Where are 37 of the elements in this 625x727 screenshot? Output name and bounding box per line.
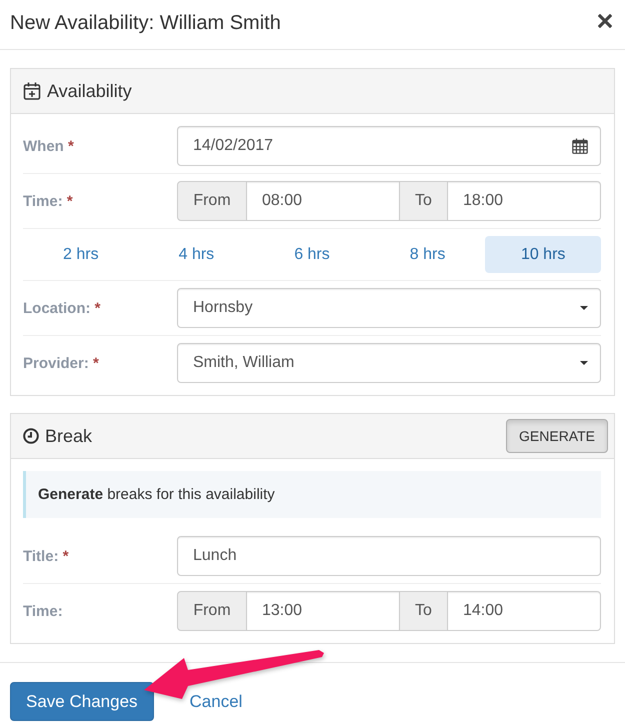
close-button[interactable] — [598, 14, 612, 28]
field-label: Location: * — [23, 300, 102, 316]
input-addon: To — [400, 591, 448, 631]
time-field[interactable]: 14:00 — [448, 591, 601, 631]
save-button[interactable]: Save Changes — [10, 682, 154, 721]
input-addon: From — [177, 591, 247, 631]
panel-title: Break — [45, 426, 92, 446]
field-label: Time: * — [23, 192, 74, 210]
duration-option[interactable]: 8 hrs — [370, 236, 486, 273]
input-addon: From — [177, 181, 247, 221]
caret-icon — [580, 361, 588, 365]
info-note: Generate breaks for this availability — [23, 471, 601, 518]
time-field[interactable]: 18:00 — [448, 181, 601, 221]
time-field[interactable]: 13:00 — [247, 591, 400, 631]
time-field[interactable]: 08:00 — [247, 181, 400, 221]
duration-option[interactable]: 10 hrs — [485, 236, 601, 273]
caret-icon — [580, 306, 588, 310]
cancel-link[interactable]: Cancel — [190, 692, 242, 712]
field-label: When * — [23, 138, 75, 154]
duration-option[interactable]: 4 hrs — [138, 236, 254, 273]
clock-icon — [23, 428, 39, 444]
dialog-title: New Availability: William Smith — [10, 12, 281, 35]
field-label: Time: — [23, 602, 64, 620]
field-label: Provider: * — [23, 354, 100, 372]
close-icon — [598, 14, 612, 28]
field-label: Title: * — [23, 548, 70, 564]
select-field[interactable]: Hornsby — [177, 288, 601, 328]
calendar-icon — [572, 138, 588, 154]
date-field[interactable]: 14/02/2017 — [177, 126, 601, 166]
duration-option[interactable]: 6 hrs — [254, 236, 370, 273]
panel-title: Availability — [47, 80, 132, 102]
duration-option[interactable]: 2 hrs — [23, 236, 139, 273]
input-addon: To — [400, 181, 448, 221]
generate-button[interactable]: GENERATE — [506, 419, 608, 453]
calendar-plus-icon — [23, 82, 41, 100]
text-field[interactable]: Lunch — [177, 536, 601, 576]
select-field[interactable]: Smith, William — [177, 343, 601, 383]
